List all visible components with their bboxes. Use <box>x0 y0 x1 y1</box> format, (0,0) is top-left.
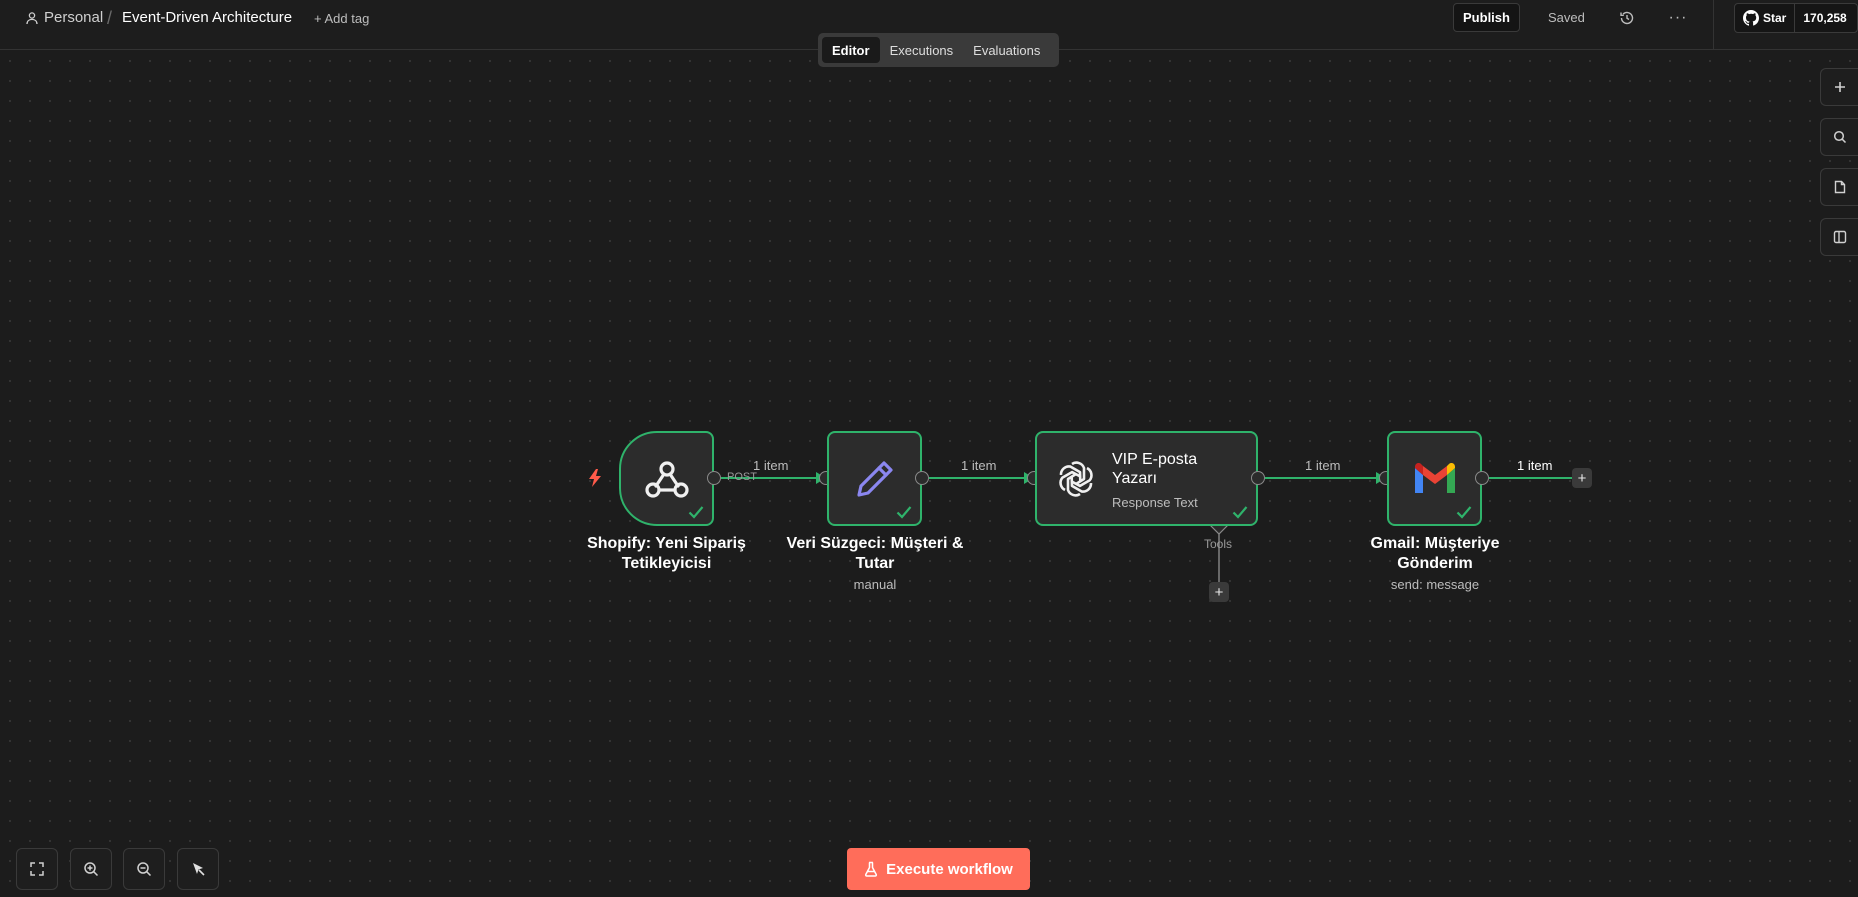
edge-count-1: 1 item <box>753 458 789 473</box>
connection-ai-gmail[interactable] <box>1265 472 1386 484</box>
workflow-connections <box>721 472 1572 582</box>
fit-view-icon <box>30 862 44 876</box>
output-port-webhook[interactable] <box>707 471 721 485</box>
success-check-icon <box>1232 506 1248 519</box>
success-check-icon <box>896 506 912 519</box>
output-port-ai[interactable] <box>1251 471 1265 485</box>
node-label-set-line2: Tutar <box>855 555 895 572</box>
webhook-icon <box>644 460 689 498</box>
flask-icon <box>865 861 878 877</box>
node-label-gmail-line2: Gönderim <box>1397 555 1473 572</box>
gmail-icon <box>1414 462 1455 493</box>
node-label-webhook: Shopify: Yeni Sipariş Tetikleyicisi <box>565 534 768 574</box>
node-label-webhook-line1: Shopify: Yeni Sipariş <box>587 535 746 552</box>
n8n-app: Personal / Event-Driven Architecture + A… <box>0 0 1858 897</box>
plus-icon: + <box>1214 583 1224 601</box>
add-next-node-button[interactable]: + <box>1572 468 1592 488</box>
edge-count-2: 1 item <box>961 458 997 473</box>
zoom-in-button[interactable] <box>70 848 112 890</box>
node-subtitle-ai: Response Text <box>1112 495 1198 510</box>
execute-workflow-label: Execute workflow <box>886 860 1013 878</box>
node-label-gmail: Gmail: Müşteriye Gönderim <box>1325 534 1545 574</box>
output-port-gmail[interactable] <box>1475 471 1489 485</box>
tidy-up-button[interactable] <box>177 848 219 890</box>
node-subtitle-set: manual <box>853 577 897 592</box>
openai-icon <box>1059 460 1093 497</box>
trigger-bolt-icon <box>589 469 601 487</box>
node-label-set-line1: Veri Süzgeci: Müşteri & <box>786 535 964 552</box>
node-gmail-gonderim[interactable] <box>1387 431 1482 526</box>
node-label-set: Veri Süzgeci: Müşteri & Tutar <box>760 534 990 574</box>
node-label-webhook-line2: Tetikleyicisi <box>621 555 712 572</box>
tidy-up-icon <box>193 863 205 876</box>
edge-count-4: 1 item <box>1517 458 1553 473</box>
node-label-gmail-line1: Gmail: Müşteriye <box>1370 535 1500 552</box>
success-check-icon <box>1456 506 1472 519</box>
success-check-icon <box>688 506 704 519</box>
edge-count-3: 1 item <box>1305 458 1341 473</box>
node-title-ai: VIP E-posta Yazarı <box>1112 451 1198 487</box>
node-shopify-webhook[interactable] <box>619 431 714 526</box>
node-vip-eposta-yazari[interactable]: VIP E-posta Yazarı Response Text <box>1035 431 1258 526</box>
plus-icon: + <box>1577 469 1587 487</box>
fit-view-button[interactable] <box>16 848 58 890</box>
output-port-set[interactable] <box>915 471 929 485</box>
zoom-out-button[interactable] <box>123 848 165 890</box>
add-tool-button[interactable]: + <box>1209 582 1229 602</box>
node-subtitle-gmail: send: message <box>1390 577 1480 592</box>
connection-set-ai[interactable] <box>929 472 1034 484</box>
zoom-out-icon <box>137 862 152 877</box>
pencil-icon <box>856 460 893 497</box>
node-veri-suzgeci[interactable] <box>827 431 922 526</box>
zoom-in-icon <box>84 862 99 877</box>
execute-workflow-button[interactable]: Execute workflow <box>847 848 1030 890</box>
tools-connector-label: Tools <box>1204 537 1233 551</box>
